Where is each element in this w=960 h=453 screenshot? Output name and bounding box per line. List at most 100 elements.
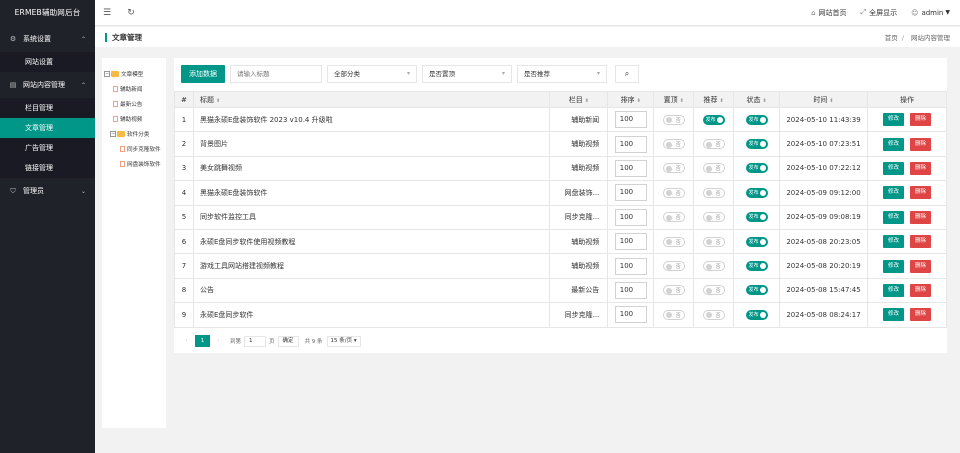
sort-input[interactable]: 100	[614, 281, 647, 299]
toggle-switch[interactable]: 发布	[745, 139, 768, 150]
edit-button[interactable]: 修改	[882, 113, 904, 127]
toggle-switch[interactable]: 否	[662, 212, 685, 223]
toggle-switch[interactable]: 否	[702, 309, 725, 320]
toggle-switch[interactable]: 否	[662, 114, 685, 125]
row-status-cell: 发布	[733, 155, 781, 182]
col-sort[interactable]: 排序 ⬍	[607, 91, 655, 108]
toggle-switch[interactable]: 否	[662, 309, 685, 320]
tree-node[interactable]: 最新公告	[102, 96, 166, 111]
confirm-button[interactable]: 确定	[277, 335, 299, 347]
breadcrumb-home[interactable]: 首页	[885, 34, 898, 42]
title-search-input[interactable]: 请输入标题	[230, 65, 322, 83]
delete-button[interactable]: 删除	[909, 186, 931, 200]
prev-page-icon[interactable]: ‹	[181, 335, 192, 347]
edit-button[interactable]: 修改	[882, 210, 904, 224]
toggle-switch[interactable]: 否	[702, 285, 725, 296]
sidebar-item-links[interactable]: 链接管理	[0, 158, 95, 178]
toggle-switch[interactable]: 否	[662, 236, 685, 247]
tree-node[interactable]: − 软件分类	[102, 126, 166, 141]
next-page-icon[interactable]: ›	[213, 335, 224, 347]
sort-input[interactable]: 100	[614, 233, 647, 251]
col-status[interactable]: 状态 ⬍	[733, 91, 781, 108]
toggle-switch[interactable]: 否	[662, 187, 685, 198]
toggle-switch[interactable]: 否	[702, 236, 725, 247]
sort-input[interactable]: 100	[614, 111, 647, 129]
toggle-switch[interactable]: 发布	[745, 187, 768, 198]
add-data-button[interactable]: 添加数据	[181, 65, 225, 83]
delete-button[interactable]: 删除	[909, 113, 931, 127]
delete-button[interactable]: 删除	[909, 137, 931, 151]
toggle-switch[interactable]: 发布	[745, 163, 768, 174]
tree-node[interactable]: 网盘装饰软件	[102, 156, 166, 171]
sort-input[interactable]: 100	[614, 135, 647, 153]
toggle-switch[interactable]: 否	[702, 163, 725, 174]
sidebar-item-ads[interactable]: 广告管理	[0, 138, 95, 158]
collapse-icon[interactable]: −	[104, 70, 110, 77]
toggle-switch[interactable]: 否	[662, 261, 685, 272]
site-home-link[interactable]: ⌂ 网站首页	[811, 8, 846, 18]
sort-input[interactable]: 100	[614, 306, 647, 324]
col-category[interactable]: 栏目 ⬍	[549, 91, 609, 108]
delete-button[interactable]: 删除	[909, 259, 931, 273]
tree-node[interactable]: 同步克隆软件	[102, 141, 166, 156]
menu-toggle-icon[interactable]: ☰	[95, 8, 119, 18]
fullscreen-link[interactable]: ⤢ 全屏显示	[861, 8, 898, 18]
current-page[interactable]: 1	[195, 335, 210, 347]
nav-group-admin[interactable]: ⛉ 管理员 ⌄	[0, 178, 95, 204]
tree-node[interactable]: − 文章模型	[102, 66, 166, 81]
toggle-switch[interactable]: 发布	[745, 309, 768, 320]
switch-text: 发布	[748, 238, 759, 245]
refresh-icon[interactable]: ↻	[119, 8, 143, 18]
sort-input[interactable]: 100	[614, 159, 647, 177]
nav-group-content[interactable]: ▤ 网站内容管理 ⌃	[0, 72, 95, 98]
toggle-switch[interactable]: 发布	[745, 285, 768, 296]
edit-button[interactable]: 修改	[882, 161, 904, 175]
edit-button[interactable]: 修改	[882, 235, 904, 249]
delete-button[interactable]: 删除	[909, 210, 931, 224]
toggle-switch[interactable]: 否	[702, 187, 725, 198]
edit-button[interactable]: 修改	[882, 283, 904, 297]
toggle-switch[interactable]: 否	[662, 163, 685, 174]
category-select[interactable]: 全部分类 ▾	[327, 65, 417, 83]
row-index: 9	[174, 302, 194, 328]
edit-button[interactable]: 修改	[882, 308, 904, 322]
collapse-icon[interactable]: −	[110, 130, 116, 137]
toggle-switch[interactable]: 发布	[745, 261, 768, 272]
delete-button[interactable]: 删除	[909, 235, 931, 249]
page-size-select[interactable]: 15 条/页 ▾	[326, 335, 361, 347]
edit-button[interactable]: 修改	[882, 186, 904, 200]
edit-button[interactable]: 修改	[882, 137, 904, 151]
page-input[interactable]: 1	[244, 335, 267, 347]
edit-button[interactable]: 修改	[882, 259, 904, 273]
col-recommend[interactable]: 推荐 ⬍	[693, 91, 735, 108]
tree-node[interactable]: 辅助新闻	[102, 81, 166, 96]
toggle-switch[interactable]: 否	[662, 285, 685, 296]
sort-input[interactable]: 100	[614, 257, 647, 275]
toggle-switch[interactable]: 否	[702, 139, 725, 150]
sort-input[interactable]: 100	[614, 208, 647, 226]
col-top[interactable]: 置顶 ⬍	[653, 91, 695, 108]
sidebar-item-site-settings[interactable]: 网站设置	[0, 52, 95, 72]
page-unit: 页	[269, 339, 275, 345]
delete-button[interactable]: 删除	[909, 283, 931, 297]
recommend-select[interactable]: 是否推荐 ▾	[517, 65, 607, 83]
sort-input[interactable]: 100	[614, 184, 647, 202]
tree-node[interactable]: 辅助视频	[102, 111, 166, 126]
toggle-switch[interactable]: 否	[702, 261, 725, 272]
sidebar-item-articles[interactable]: 文章管理	[0, 118, 95, 138]
toggle-switch[interactable]: 否	[702, 212, 725, 223]
nav-group-system[interactable]: ⚙ 系统设置 ⌃	[0, 26, 95, 52]
toggle-switch[interactable]: 发布	[745, 114, 768, 125]
col-time[interactable]: 时间 ⬍	[779, 91, 868, 108]
user-menu[interactable]: ☺ admin ▼	[911, 9, 950, 17]
delete-button[interactable]: 删除	[909, 308, 931, 322]
sidebar-item-columns[interactable]: 栏目管理	[0, 98, 95, 118]
toggle-switch[interactable]: 发布	[745, 236, 768, 247]
delete-button[interactable]: 删除	[909, 161, 931, 175]
search-button[interactable]: ⌕	[615, 65, 639, 83]
col-title[interactable]: 标题 ⬍	[192, 91, 551, 108]
top-select[interactable]: 是否置顶 ▾	[422, 65, 512, 83]
toggle-switch[interactable]: 否	[662, 139, 685, 150]
toggle-switch[interactable]: 发布	[745, 212, 768, 223]
toggle-switch[interactable]: 发布	[702, 114, 725, 125]
